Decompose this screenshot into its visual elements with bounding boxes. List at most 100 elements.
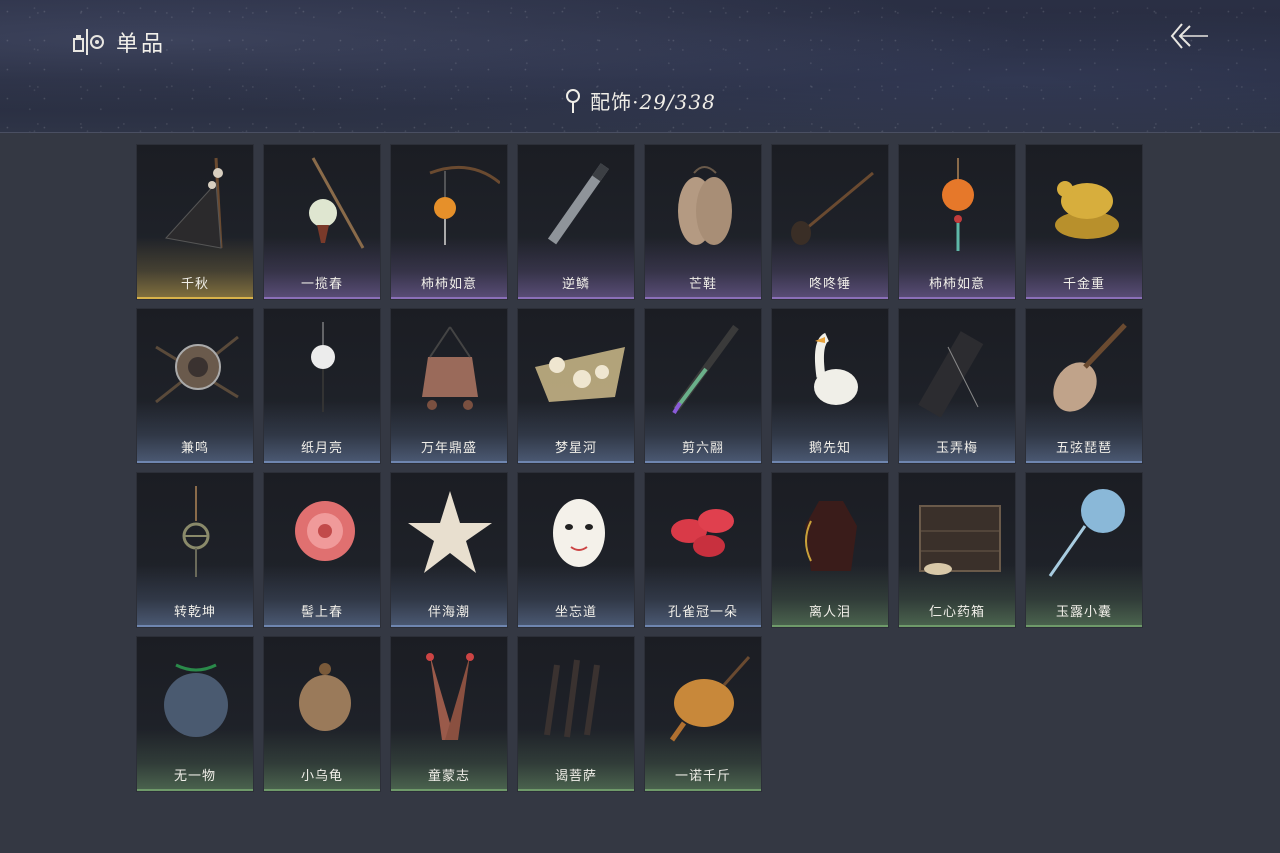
rarity-bar [645, 297, 761, 299]
item-name: 千秋 [180, 277, 209, 292]
item-card[interactable]: 千秋 [136, 144, 254, 300]
title-group: 单品 [72, 26, 166, 58]
rarity-bar [137, 789, 253, 791]
rarity-bar [1026, 297, 1142, 299]
item-card[interactable]: 孔雀冠一朵 [644, 472, 762, 628]
item-card[interactable]: 梦星河 [517, 308, 635, 464]
item-name: 玉露小囊 [1055, 605, 1112, 620]
item-card[interactable]: 纸月亮 [263, 308, 381, 464]
item-card[interactable]: 离人泪 [771, 472, 889, 628]
item-name: 五弦琵琶 [1055, 441, 1112, 456]
header-bar: 单品 配饰·29/338 [0, 0, 1280, 133]
cloth-bag-icon [164, 663, 228, 737]
golden-bird-icon [1055, 181, 1119, 239]
item-card[interactable]: 小乌龟 [263, 636, 381, 792]
persimmon-lantern-pole-icon [429, 165, 500, 245]
item-card[interactable]: 鹅先知 [771, 308, 889, 464]
item-name: 芒鞋 [688, 277, 717, 292]
paper-moon-icon [311, 322, 335, 412]
item-card[interactable]: 童蒙志 [390, 636, 508, 792]
dagger-icon [672, 324, 739, 415]
vajra-bundle-icon [544, 659, 600, 738]
item-card[interactable]: 一诺千斤 [644, 636, 762, 792]
red-flower-icon [671, 509, 734, 557]
item-card[interactable]: 咚咚锤 [771, 144, 889, 300]
item-card[interactable]: 转乾坤 [136, 472, 254, 628]
item-name: 仁心药箱 [928, 605, 985, 620]
turtle-icon [299, 663, 351, 731]
rarity-bar [899, 625, 1015, 627]
flute-weapon-icon [547, 163, 609, 245]
starfish-icon [408, 491, 492, 573]
item-card[interactable]: 兼鸣 [136, 308, 254, 464]
rarity-bar [518, 625, 634, 627]
item-card[interactable]: 坐忘道 [517, 472, 635, 628]
item-name: 一揽春 [300, 277, 343, 292]
rarity-bar [645, 461, 761, 463]
item-name: 逆鳞 [561, 277, 590, 292]
instrument-case-icon [918, 331, 984, 417]
rarity-bar [645, 625, 761, 627]
flower-boat-icon [535, 347, 625, 402]
item-card[interactable]: 五弦琵琶 [1025, 308, 1143, 464]
blue-pouch-icon [1048, 489, 1125, 577]
item-card[interactable]: 玉露小囊 [1025, 472, 1143, 628]
item-card[interactable]: 伴海潮 [390, 472, 508, 628]
persimmon-pendant-icon [942, 158, 974, 251]
rarity-bar [645, 789, 761, 791]
location-pin-icon [566, 88, 581, 113]
rarity-bar [1026, 625, 1142, 627]
item-card[interactable]: 一揽春 [263, 144, 381, 300]
flower-basket-pole-icon [309, 157, 365, 249]
item-card[interactable]: 玉弄梅 [898, 308, 1016, 464]
rarity-bar [899, 297, 1015, 299]
category-counter: 配饰·29/338 [0, 86, 1280, 115]
wine-jar-icon [805, 501, 857, 571]
item-card[interactable]: 柿柿如意 [390, 144, 508, 300]
item-name: 玉弄梅 [935, 441, 978, 456]
item-card[interactable]: 髻上春 [263, 472, 381, 628]
item-card[interactable]: 柿柿如意 [898, 144, 1016, 300]
item-card[interactable]: 剪六翮 [644, 308, 762, 464]
rarity-bar [137, 297, 253, 299]
item-name: 伴海潮 [427, 605, 470, 620]
item-card[interactable]: 千金重 [1025, 144, 1143, 300]
rarity-bar [137, 625, 253, 627]
item-name: 咚咚锤 [808, 277, 851, 292]
compass-pendant-icon [182, 486, 210, 577]
item-name: 剪六翮 [681, 441, 724, 456]
item-name: 一诺千斤 [674, 769, 731, 784]
item-card[interactable]: 逆鳞 [517, 144, 635, 300]
rarity-bar [391, 625, 507, 627]
item-name: 坐忘道 [554, 605, 597, 620]
item-name: 无一物 [173, 769, 216, 784]
rarity-bar [391, 297, 507, 299]
rarity-bar [772, 297, 888, 299]
bronze-cauldron-icon [422, 326, 478, 410]
item-card[interactable]: 无一物 [136, 636, 254, 792]
rarity-bar [264, 297, 380, 299]
rarity-bar [264, 625, 380, 627]
back-arrow-icon[interactable] [1166, 20, 1210, 52]
roast-chicken-icon [669, 656, 751, 742]
item-name: 万年鼎盛 [420, 441, 477, 456]
item-name: 纸月亮 [300, 441, 343, 456]
white-mask-icon [553, 499, 605, 567]
peony-flower-icon [295, 501, 355, 561]
item-card[interactable]: 仁心药箱 [898, 472, 1016, 628]
rarity-bar [137, 461, 253, 463]
feather-quills-icon [426, 653, 474, 740]
item-card[interactable]: 谒菩萨 [517, 636, 635, 792]
medicine-chest-icon [919, 505, 1001, 575]
straw-sandals-icon [678, 166, 732, 245]
rarity-bar [1026, 461, 1142, 463]
item-name: 千金重 [1062, 277, 1105, 292]
item-name: 兼鸣 [180, 441, 209, 456]
collection-count: 29/338 [639, 90, 716, 114]
item-card[interactable]: 芒鞋 [644, 144, 762, 300]
item-name: 孔雀冠一朵 [667, 605, 738, 620]
item-card[interactable]: 万年鼎盛 [390, 308, 508, 464]
drum-hammer-icon [791, 171, 874, 245]
rarity-bar [391, 789, 507, 791]
bronze-disc-icon [155, 335, 239, 404]
